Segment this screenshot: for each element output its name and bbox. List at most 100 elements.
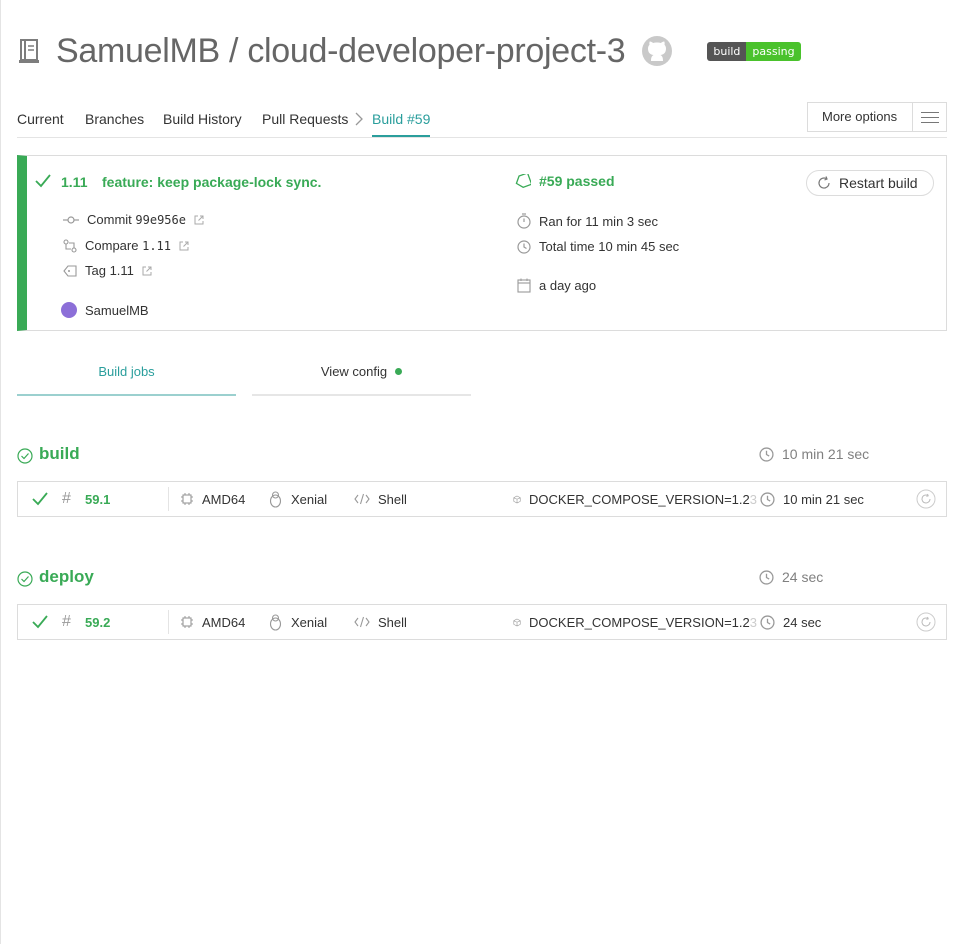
more-options-label: More options	[822, 109, 898, 124]
job-arch: AMD64	[180, 605, 245, 639]
check-circle-icon	[17, 571, 33, 587]
job-env: DOCKER_COMPOSE_VERSION=1.2 3	[513, 482, 757, 516]
job-env-text: DOCKER_COMPOSE_VERSION=1.2	[529, 491, 750, 507]
stopwatch-icon	[517, 213, 531, 229]
restart-build-button[interactable]: Restart build	[806, 170, 934, 196]
restart-icon	[818, 176, 830, 189]
chevron-right-icon	[355, 112, 363, 126]
job-duration: 24 sec	[760, 605, 821, 639]
finished-at-text: a day ago	[539, 278, 597, 293]
tag-icon	[63, 264, 77, 277]
tag-icon	[515, 174, 531, 188]
check-icon	[32, 605, 56, 639]
restart-job-icon[interactable]	[916, 605, 944, 639]
build-number-status: #59 passed	[515, 173, 615, 189]
linux-icon	[269, 490, 282, 508]
total-time: Total time 10 min 45 sec	[517, 239, 679, 254]
compare-ref: 1.11	[142, 238, 171, 253]
hash-icon: #	[62, 613, 71, 630]
package-icon	[513, 618, 521, 626]
stage-header-deploy: deploy 24 sec	[17, 567, 947, 591]
external-link-icon	[142, 266, 152, 275]
clock-icon	[760, 614, 775, 630]
author: SamuelMB	[61, 302, 149, 318]
view-config-label: View config	[320, 364, 388, 379]
build-summary: 1.11 feature: keep package-lock sync. Co…	[17, 155, 947, 331]
config-status-dot	[395, 368, 403, 375]
commit-link[interactable]: Commit 99e956e	[63, 212, 212, 227]
job-number: 59.1	[85, 491, 111, 507]
job-language-text: Shell	[378, 491, 407, 507]
cpu-icon	[181, 493, 193, 505]
ran-for-text: Ran for 11 min 3 sec	[539, 213, 658, 229]
check-icon	[35, 174, 51, 188]
tab-branches[interactable]: Branches	[85, 111, 144, 127]
stage-header-build: build 10 min 21 sec	[17, 444, 947, 468]
tab-view-config[interactable]: View config	[252, 364, 471, 396]
job-duration-text: 24 sec	[783, 614, 822, 630]
job-env-text: DOCKER_COMPOSE_VERSION=1.2	[529, 614, 750, 630]
tag-link[interactable]: Tag 1.11	[63, 263, 160, 278]
badge-label: build	[707, 41, 747, 61]
tab-build-history[interactable]: Build History	[163, 111, 242, 127]
clock-icon	[517, 239, 531, 254]
hamburger-icon	[912, 103, 946, 131]
hash-icon: #	[62, 490, 71, 507]
job-os: Xenial	[268, 605, 327, 639]
commit-sha: 99e956e	[135, 212, 186, 227]
job-os-text: Xenial	[291, 491, 328, 507]
job-env-fade: 3	[749, 614, 757, 630]
divider	[168, 610, 169, 634]
ran-for: Ran for 11 min 3 sec	[517, 213, 658, 229]
build-status-text: #59 passed	[539, 173, 615, 189]
commit-label: Commit	[87, 212, 132, 227]
job-row[interactable]: # 59.1 AMD64 Xenial Shell DOCKER_COMPOSE…	[17, 481, 947, 517]
check-circle-icon	[17, 448, 33, 464]
repo-tabs: Current Branches Build History Pull Requ…	[17, 100, 947, 138]
build-jobs-label: Build jobs	[98, 364, 155, 379]
repo-header: SamuelMB / cloud-developer-project-3 bui…	[18, 30, 801, 72]
divider	[168, 487, 169, 511]
job-duration-text: 10 min 21 sec	[783, 491, 864, 507]
job-env-fade: 3	[749, 491, 757, 507]
repo-book-icon	[19, 39, 39, 63]
tag-label: Tag 1.11	[85, 263, 134, 278]
tab-build-59[interactable]: Build #59	[372, 111, 431, 137]
job-language: Shell	[354, 605, 407, 639]
compare-link[interactable]: Compare 1.11	[63, 238, 197, 253]
compare-icon	[63, 238, 77, 253]
external-link-icon	[194, 215, 204, 224]
tab-current[interactable]: Current	[17, 111, 64, 127]
stage-duration: 24 sec	[759, 569, 823, 585]
avatar	[61, 302, 77, 318]
tab-pull-requests[interactable]: Pull Requests	[262, 111, 348, 127]
stage-duration: 10 min 21 sec	[759, 446, 869, 462]
commit-message[interactable]: feature: keep package-lock sync.	[102, 174, 321, 190]
calendar-icon	[517, 278, 531, 293]
linux-icon	[269, 613, 282, 631]
job-duration: 10 min 21 sec	[760, 482, 864, 516]
tab-build-jobs[interactable]: Build jobs	[17, 364, 236, 396]
job-arch-text: AMD64	[202, 614, 246, 630]
job-arch-text: AMD64	[202, 491, 246, 507]
restart-job-icon[interactable]	[916, 482, 944, 516]
repo-title-link[interactable]: SamuelMB / cloud-developer-project-3	[56, 32, 626, 71]
external-link-icon	[179, 241, 189, 250]
finished-at: a day ago	[517, 278, 596, 293]
more-options-button[interactable]: More options	[807, 102, 947, 132]
build-version: 1.11	[61, 174, 88, 190]
job-os-text: Xenial	[291, 614, 328, 630]
cpu-icon	[181, 616, 193, 628]
github-icon[interactable]	[641, 35, 673, 67]
job-arch: AMD64	[180, 482, 245, 516]
code-icon	[354, 616, 370, 628]
restart-build-label: Restart build	[839, 175, 918, 191]
job-os: Xenial	[268, 482, 327, 516]
badge-value: passing	[746, 41, 801, 61]
clock-icon	[760, 491, 775, 507]
job-env: DOCKER_COMPOSE_VERSION=1.2 3	[513, 605, 757, 639]
job-row[interactable]: # 59.2 AMD64 Xenial Shell DOCKER_COMPOSE…	[17, 604, 947, 640]
job-number: 59.2	[85, 614, 111, 630]
build-status-badge[interactable]: build passing	[707, 41, 801, 61]
commit-icon	[63, 215, 79, 224]
